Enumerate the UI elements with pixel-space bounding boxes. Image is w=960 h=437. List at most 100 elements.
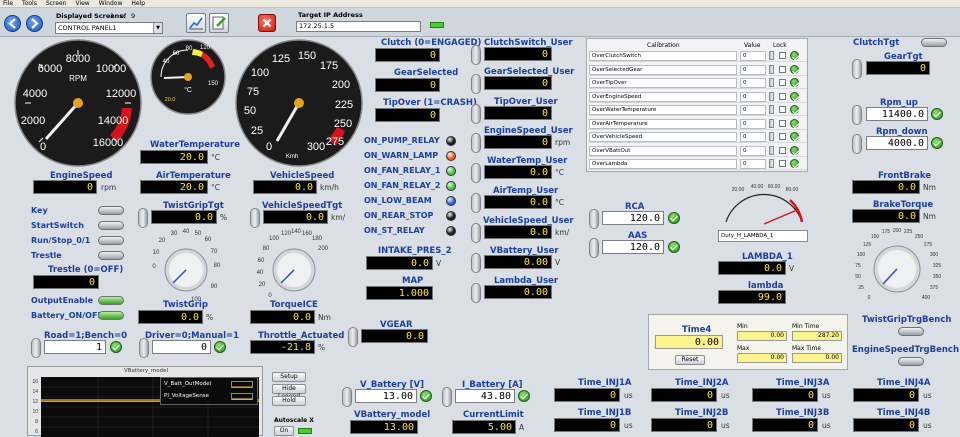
twist-grip-knob[interactable]: 30 40 50 60 20 70 10 80 0 100 90 (142, 226, 228, 304)
forward-button[interactable] (26, 15, 43, 32)
calib-check-icon[interactable] (790, 118, 799, 128)
v-battery-check-icon[interactable] (420, 390, 432, 402)
i-battery-value[interactable]: 43.80 (455, 389, 515, 403)
rpm-down-stepper[interactable] (852, 134, 862, 154)
edit-button[interactable] (209, 13, 229, 33)
calib-row-value[interactable]: 0 (740, 78, 766, 88)
user-lambda-stepper[interactable] (471, 283, 481, 303)
calib-row-stepper[interactable] (769, 105, 774, 114)
calib-check-icon[interactable] (790, 159, 799, 168)
calib-row-value[interactable]: 0 (740, 51, 766, 61)
calib-lock-checkbox[interactable] (779, 92, 786, 100)
road-bench-check-icon[interactable] (110, 341, 122, 353)
user-clutch-switch-value[interactable]: 0 (484, 47, 552, 61)
start-switch-toggle[interactable] (98, 221, 124, 230)
vgear-stepper[interactable] (348, 327, 358, 347)
calib-lock-checkbox[interactable] (779, 146, 786, 154)
menu-screen[interactable]: Screen (46, 0, 67, 7)
calib-row-value[interactable]: 0 (740, 64, 766, 75)
engine-speed-trg-bench-toggle[interactable] (898, 357, 924, 366)
user-tipover-value[interactable]: 0 (484, 106, 552, 120)
rpm-up-value[interactable]: 11400.0 (866, 107, 928, 121)
reset-button[interactable]: Reset (675, 355, 705, 365)
rpm-down-value[interactable]: 4000.0 (866, 136, 928, 150)
driver-manual-check-icon[interactable] (214, 341, 226, 353)
calib-check-icon[interactable] (790, 91, 799, 101)
output-enable-toggle[interactable] (98, 296, 124, 305)
screen-select[interactable]: CONTROL PANEL1 ▼ (55, 22, 163, 34)
trestle-toggle[interactable] (98, 251, 124, 260)
calib-row-value[interactable]: 0 (740, 145, 766, 156)
user-vehicle-speed-stepper[interactable] (471, 223, 481, 243)
road-bench-value[interactable]: 1 (44, 340, 106, 354)
aas-stepper[interactable] (589, 238, 599, 258)
battery-onoff-toggle[interactable] (98, 311, 124, 320)
gear-tgt-stepper[interactable] (852, 59, 862, 79)
menu-view[interactable]: View (75, 0, 89, 7)
calib-row-value[interactable]: 0 (740, 132, 766, 142)
i-battery-check-icon[interactable] (518, 390, 530, 402)
aas-value[interactable]: 120.0 (602, 240, 664, 254)
vehicle-speed-tgt-stepper[interactable] (250, 208, 260, 228)
user-air-temp-stepper[interactable] (471, 193, 481, 213)
rpm-up-stepper[interactable] (852, 105, 862, 125)
calib-check-icon[interactable] (790, 132, 799, 141)
user-tipover-stepper[interactable] (471, 104, 481, 124)
calib-check-icon[interactable] (790, 51, 799, 60)
twist-grip-trg-bench-toggle[interactable] (898, 327, 924, 336)
calib-row-stepper[interactable] (769, 132, 774, 141)
back-button[interactable] (4, 15, 21, 32)
rca-stepper[interactable] (589, 209, 599, 229)
menu-help[interactable]: Help (131, 0, 145, 7)
calib-check-icon[interactable] (790, 64, 799, 74)
user-clutch-switch-stepper[interactable] (471, 45, 481, 65)
user-vbattery-stepper[interactable] (471, 253, 481, 273)
target-ip-field[interactable]: 172.25.1.5 (296, 21, 421, 32)
user-gear-selected-stepper[interactable] (471, 74, 481, 94)
user-vbattery-value[interactable]: 0.00 (484, 255, 552, 269)
calib-row-stepper[interactable] (769, 51, 774, 60)
twist-grip-tgt-stepper[interactable] (138, 208, 148, 228)
calib-lock-checkbox[interactable] (779, 106, 786, 113)
driver-manual-value[interactable]: 0 (152, 340, 211, 354)
calib-lock-checkbox[interactable] (779, 160, 786, 167)
calib-row-stepper[interactable] (769, 159, 774, 168)
calib-lock-checkbox[interactable] (779, 79, 786, 86)
calib-check-icon[interactable] (790, 145, 799, 155)
brake-torque-knob[interactable]: 175 200 225 150 250 125 275 100 300 75 3… (848, 226, 948, 312)
user-gear-selected-value[interactable]: 0 (484, 76, 552, 90)
user-engine-speed-value[interactable]: 0 (484, 135, 552, 149)
setup-button[interactable]: Setup (272, 372, 306, 382)
gear-tgt-value[interactable]: 0 (866, 61, 930, 75)
run-stop-toggle[interactable] (98, 236, 124, 245)
calib-row-stepper[interactable] (769, 64, 774, 74)
vgear-value[interactable]: 0.0 (361, 329, 428, 343)
vehicle-speed-tgt-value[interactable]: 0.0 (263, 210, 328, 224)
key-toggle[interactable] (98, 206, 124, 215)
user-water-temp-stepper[interactable] (471, 163, 481, 183)
stop-button[interactable] (258, 14, 276, 32)
calib-lock-checkbox[interactable] (779, 119, 786, 127)
calib-lock-checkbox[interactable] (779, 52, 786, 59)
user-engine-speed-stepper[interactable] (471, 133, 481, 153)
user-air-temp-value[interactable]: 0.0 (484, 195, 552, 209)
user-lambda-value[interactable]: 0.00 (484, 285, 552, 299)
rpm-up-check-icon[interactable] (931, 108, 943, 120)
autoscale-button[interactable]: On (274, 426, 294, 436)
hold-button[interactable]: Hold (272, 396, 306, 406)
chart-button[interactable] (186, 13, 206, 33)
calib-lock-checkbox[interactable] (779, 133, 786, 140)
i-battery-stepper[interactable] (442, 387, 452, 407)
calib-check-icon[interactable] (790, 105, 799, 114)
twist-grip-tgt-value[interactable]: 0.0 (151, 210, 217, 224)
vehicle-speed-knob[interactable]: 120 140 160 180 100 200 80 60 40 20 0 (250, 226, 336, 304)
calib-row-stepper[interactable] (769, 145, 774, 155)
user-water-temp-value[interactable]: 0.0 (484, 165, 552, 179)
rca-check-icon[interactable] (668, 212, 680, 224)
calib-row-value[interactable]: 0 (740, 91, 766, 102)
calib-row-stepper[interactable] (769, 118, 774, 128)
rpm-down-check-icon[interactable] (931, 137, 943, 149)
menu-window[interactable]: Window (99, 0, 123, 7)
menu-tools[interactable]: Tools (22, 0, 37, 7)
hide-legend-button[interactable]: Hide Legend (272, 384, 306, 400)
